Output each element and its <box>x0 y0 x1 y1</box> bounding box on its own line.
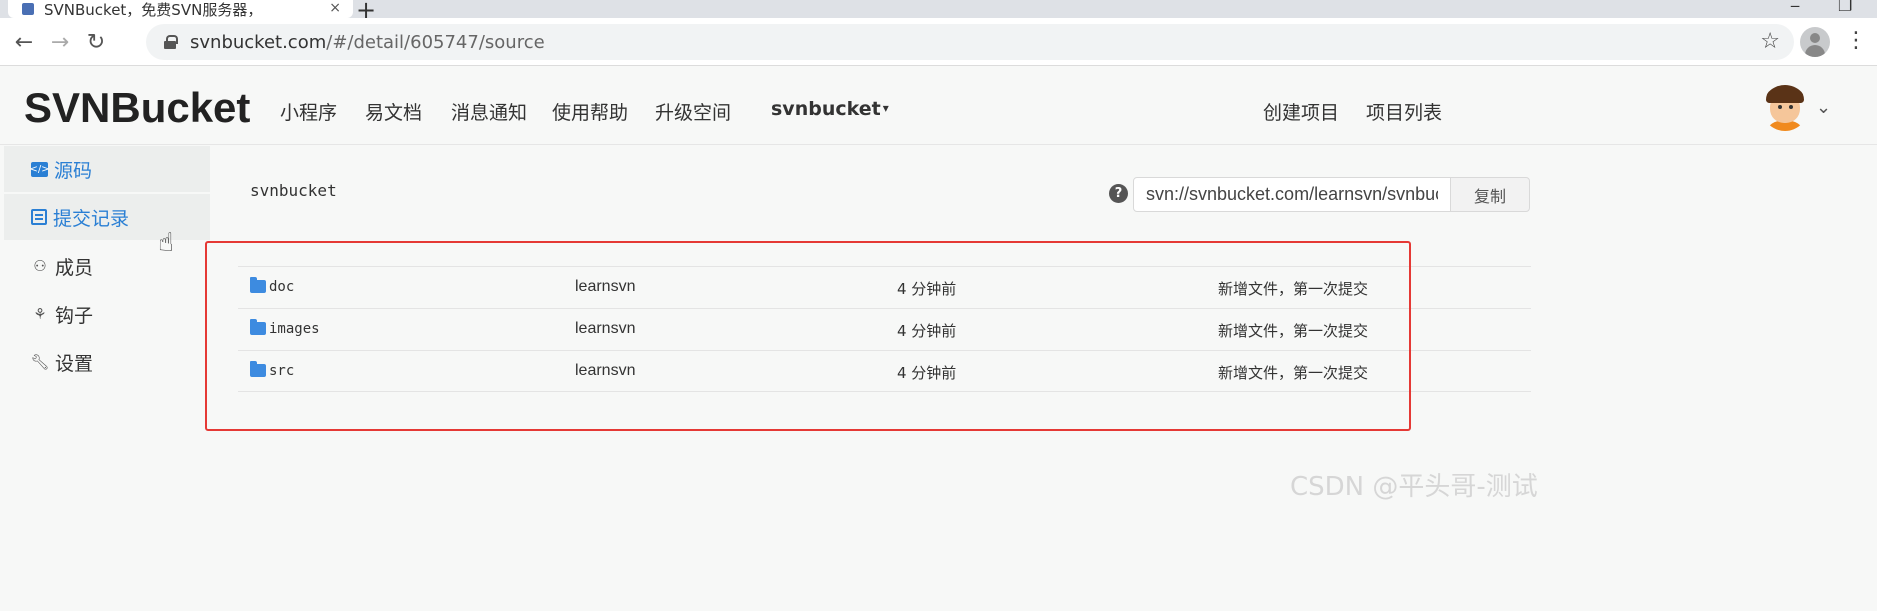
sidebar-item-commits[interactable]: 提交记录 <box>4 194 210 240</box>
sidebar-item-members[interactable]: ⚇ 成员 <box>4 243 210 289</box>
svn-url-field[interactable] <box>1133 177 1451 212</box>
user-menu[interactable]: svnbucket ▾ <box>771 98 889 120</box>
avatar-eye <box>1789 105 1793 109</box>
lock-icon[interactable] <box>164 35 178 49</box>
logo[interactable]: SVNBucket <box>24 84 250 132</box>
sidebar-item-label: 提交记录 <box>53 207 130 230</box>
hook-icon: ⚘ <box>33 305 47 323</box>
nav-help[interactable]: 使用帮助 <box>552 98 628 125</box>
maximize-icon[interactable]: ❐ <box>1838 0 1852 15</box>
sidebar-item-source[interactable]: </> 源码 <box>4 146 210 192</box>
browser-menu-icon[interactable]: ⋮ <box>1845 28 1867 53</box>
tab-title: SVNBucket，免费SVN服务器， <box>44 0 263 19</box>
sidebar-item-settings[interactable]: 🔧︎ 设置 <box>4 339 210 385</box>
avatar-eye <box>1778 105 1782 109</box>
reload-button[interactable]: ↻ <box>80 26 112 58</box>
nav-mini-program[interactable]: 小程序 <box>280 98 337 125</box>
wrench-icon: 🔧︎ <box>30 353 50 371</box>
user-menu-label: svnbucket <box>771 98 881 120</box>
nav-upgrade-space[interactable]: 升级空间 <box>655 98 731 125</box>
url-text[interactable]: svnbucket.com/#/detail/605747/source <box>190 32 545 53</box>
chevron-down-icon[interactable]: ⌄ <box>1816 97 1831 118</box>
address-bar[interactable]: svnbucket.com/#/detail/605747/source ☆ <box>146 24 1794 60</box>
tab-close-icon[interactable]: × <box>329 0 341 16</box>
create-project-link[interactable]: 创建项目 <box>1263 98 1339 125</box>
forward-button[interactable]: → <box>44 26 76 58</box>
caret-down-icon: ▾ <box>882 101 889 115</box>
nav-notifications[interactable]: 消息通知 <box>451 98 527 125</box>
url-host: svnbucket.com <box>190 31 327 53</box>
hand-cursor-icon: ☝︎ <box>158 228 174 258</box>
watermark: CSDN @平头哥-测试 <box>1290 472 1538 502</box>
back-button[interactable]: ← <box>8 26 40 58</box>
sidebar-item-hooks[interactable]: ⚘ 钩子 <box>4 291 210 337</box>
app-header: SVNBucket 小程序 易文档 消息通知 使用帮助 升级空间 svnbuck… <box>0 67 1877 145</box>
sidebar: </> 源码 提交记录 ⚇ 成员 ⚘ 钩子 🔧︎ 设置 <box>0 146 216 611</box>
code-icon: </> <box>29 161 50 177</box>
help-icon[interactable]: ? <box>1109 184 1128 203</box>
minimize-icon[interactable]: ‒ <box>1790 0 1800 15</box>
sidebar-item-label: 设置 <box>55 352 94 375</box>
project-list-link[interactable]: 项目列表 <box>1366 98 1442 125</box>
avatar[interactable] <box>1762 85 1808 131</box>
bookmark-star-icon[interactable]: ☆ <box>1760 29 1780 54</box>
repo-name: svnbucket <box>250 181 337 200</box>
browser-toolbar: ← → ↻ svnbucket.com/#/detail/605747/sour… <box>0 18 1877 66</box>
sidebar-item-label: 成员 <box>55 256 94 279</box>
browser-tabstrip: SVNBucket，免费SVN服务器， × + ‒ ❐ <box>0 0 1877 24</box>
copy-button[interactable]: 复制 <box>1450 177 1530 212</box>
avatar-hair <box>1766 85 1804 103</box>
browser-profile-icon[interactable] <box>1800 27 1830 57</box>
nav-easy-doc[interactable]: 易文档 <box>365 98 422 125</box>
svnbucket-favicon-icon <box>22 3 34 15</box>
commit-list-icon <box>31 209 47 225</box>
url-path: /#/detail/605747/source <box>326 31 545 53</box>
red-highlight-box <box>205 241 1411 431</box>
members-icon: ⚇ <box>33 257 47 275</box>
sidebar-item-label: 钩子 <box>55 304 94 327</box>
sidebar-item-label: 源码 <box>54 159 93 182</box>
browser-tab[interactable]: SVNBucket，免费SVN服务器， × <box>8 0 353 18</box>
